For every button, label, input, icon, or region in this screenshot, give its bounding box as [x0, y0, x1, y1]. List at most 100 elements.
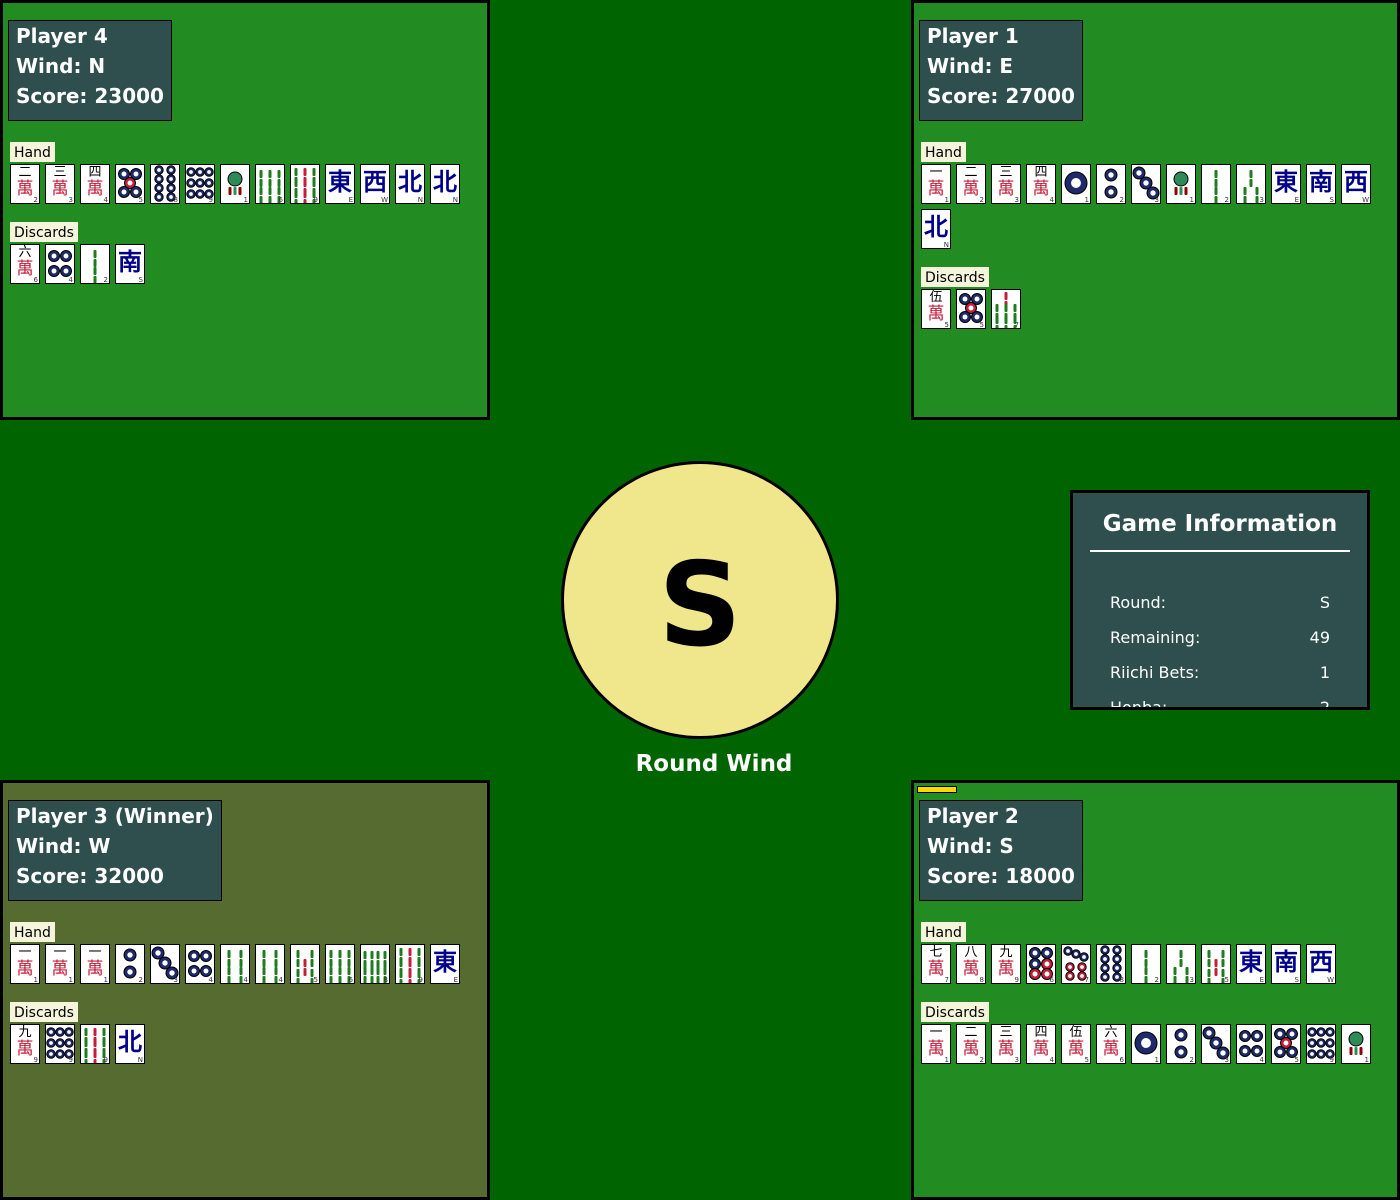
sou-1-tile: 1	[1341, 1024, 1371, 1064]
sou-2-tile: 2	[1131, 944, 1161, 984]
pin-4-tile: 4	[1236, 1024, 1266, 1064]
player-info-box: Player 2 Wind: S Score: 18000	[919, 800, 1083, 901]
game-info-divider	[1090, 550, 1350, 552]
pin-3-tile: 3	[150, 944, 180, 984]
player-score: Score: 27000	[927, 84, 1075, 108]
man-5-tile: 伍萬5	[921, 289, 951, 329]
player-wind: Wind: E	[927, 54, 1014, 78]
man-5-tile: 伍萬5	[1061, 1024, 1091, 1064]
riichi-bets-label: Riichi Bets:	[1110, 663, 1200, 682]
wind-N-tile: 北N	[921, 209, 951, 249]
hand-label: Hand	[10, 922, 55, 942]
man-1-tile: 一萬1	[10, 944, 40, 984]
pin-5-tile: 5	[956, 289, 986, 329]
hand-label: Hand	[921, 922, 966, 942]
riichi-bets-row: Riichi Bets: 1	[1110, 662, 1330, 684]
discards-label: Discards	[10, 222, 78, 242]
man-3-tile: 三萬3	[991, 164, 1021, 204]
remaining-label: Remaining:	[1110, 628, 1201, 647]
honba-value: 2	[1319, 698, 1330, 710]
man-7-tile: 七萬7	[921, 944, 951, 984]
man-8-tile: 八萬8	[956, 944, 986, 984]
wind-N-tile: 北N	[395, 164, 425, 204]
game-info-title: Game Information	[1102, 511, 1338, 537]
pin-3-tile: 3	[1201, 1024, 1231, 1064]
player-3-panel: Player 3 (Winner) Wind: W Score: 32000 H…	[0, 780, 490, 1200]
player-1-panel: Player 1 Wind: E Score: 27000 Hand 一萬1二萬…	[911, 0, 1400, 420]
wind-N-tile: 北N	[115, 1024, 145, 1064]
discards-label: Discards	[921, 267, 989, 287]
player-wind: Wind: W	[16, 834, 111, 858]
pin-9-tile: 9	[45, 1024, 75, 1064]
round-row: Round: S	[1110, 592, 1330, 614]
man-9-tile: 九萬9	[991, 944, 1021, 984]
game-information-panel: Game Information Round: S Remaining: 49 …	[1070, 490, 1370, 710]
pin-2-tile: 2	[1096, 164, 1126, 204]
pin-6-tile: 6	[1026, 944, 1056, 984]
pin-2-tile: 2	[1166, 1024, 1196, 1064]
player-name: Player 3 (Winner)	[16, 804, 214, 828]
pin-4-tile: 4	[45, 244, 75, 284]
player-2-panel: Player 2 Wind: S Score: 18000 Hand 七萬7八萬…	[911, 780, 1400, 1200]
pin-7-tile: 7	[1061, 944, 1091, 984]
man-9-tile: 九萬9	[10, 1024, 40, 1064]
hand-label: Hand	[10, 142, 55, 162]
man-2-tile: 二萬2	[956, 164, 986, 204]
player-name: Player 4	[16, 24, 108, 48]
player-score: Score: 32000	[16, 864, 164, 888]
player-info-box: Player 3 (Winner) Wind: W Score: 32000	[8, 800, 222, 901]
sou-6-tile: 6	[325, 944, 355, 984]
sou-5-tile: 5	[1201, 944, 1231, 984]
wind-S-tile: 南S	[1271, 944, 1301, 984]
wind-E-tile: 東E	[1236, 944, 1266, 984]
sou-3-tile: 3	[1166, 944, 1196, 984]
riichi-stick	[917, 786, 957, 793]
sou-7-tile: 7	[991, 289, 1021, 329]
player-score: Score: 23000	[16, 84, 164, 108]
honba-label: Honba:	[1110, 698, 1168, 710]
sou-4-tile: 4	[255, 944, 285, 984]
remaining-value: 49	[1309, 628, 1330, 647]
man-1-tile: 一萬1	[921, 164, 951, 204]
honba-row: Honba: 2	[1110, 697, 1330, 710]
pin-8-tile: 8	[1096, 944, 1126, 984]
riichi-bets-value: 1	[1319, 663, 1330, 682]
man-3-tile: 三萬3	[45, 164, 75, 204]
wind-E-tile: 東E	[1271, 164, 1301, 204]
player-4-panel: Player 4 Wind: N Score: 23000 Hand 二萬2三萬…	[0, 0, 490, 420]
man-4-tile: 四萬4	[80, 164, 110, 204]
wind-S-tile: 南S	[1306, 164, 1336, 204]
discards-label: Discards	[10, 1002, 78, 1022]
man-2-tile: 二萬2	[956, 1024, 986, 1064]
player-info-box: Player 4 Wind: N Score: 23000	[8, 20, 172, 121]
man-1-tile: 一萬1	[921, 1024, 951, 1064]
player-name: Player 1	[927, 24, 1019, 48]
wind-W-tile: 西W	[1306, 944, 1336, 984]
sou-9-tile: 9	[290, 164, 320, 204]
round-label: Round:	[1110, 593, 1167, 612]
sou-4-tile: 4	[220, 944, 250, 984]
player-wind: Wind: N	[16, 54, 106, 78]
sou-5-tile: 5	[290, 944, 320, 984]
pin-2-tile: 2	[115, 944, 145, 984]
man-4-tile: 四萬4	[1026, 1024, 1056, 1064]
player-info-box: Player 1 Wind: E Score: 27000	[919, 20, 1083, 121]
pin-5-tile: 5	[115, 164, 145, 204]
wind-N-tile: 北N	[430, 164, 460, 204]
hand-label: Hand	[921, 142, 966, 162]
man-2-tile: 二萬2	[10, 164, 40, 204]
man-3-tile: 三萬3	[991, 1024, 1021, 1064]
pin-3-tile: 3	[1131, 164, 1161, 204]
man-1-tile: 一萬1	[80, 944, 110, 984]
sou-8-tile: 8	[360, 944, 390, 984]
sou-3-tile: 3	[1236, 164, 1266, 204]
wind-S-tile: 南S	[115, 244, 145, 284]
player-wind: Wind: S	[927, 834, 1014, 858]
pin-9-tile: 9	[1306, 1024, 1336, 1064]
wind-E-tile: 東E	[430, 944, 460, 984]
man-6-tile: 六萬6	[10, 244, 40, 284]
pin-1-tile: 1	[1061, 164, 1091, 204]
wind-W-tile: 西W	[1341, 164, 1371, 204]
sou-2-tile: 2	[1201, 164, 1231, 204]
round-value: S	[1319, 593, 1330, 612]
